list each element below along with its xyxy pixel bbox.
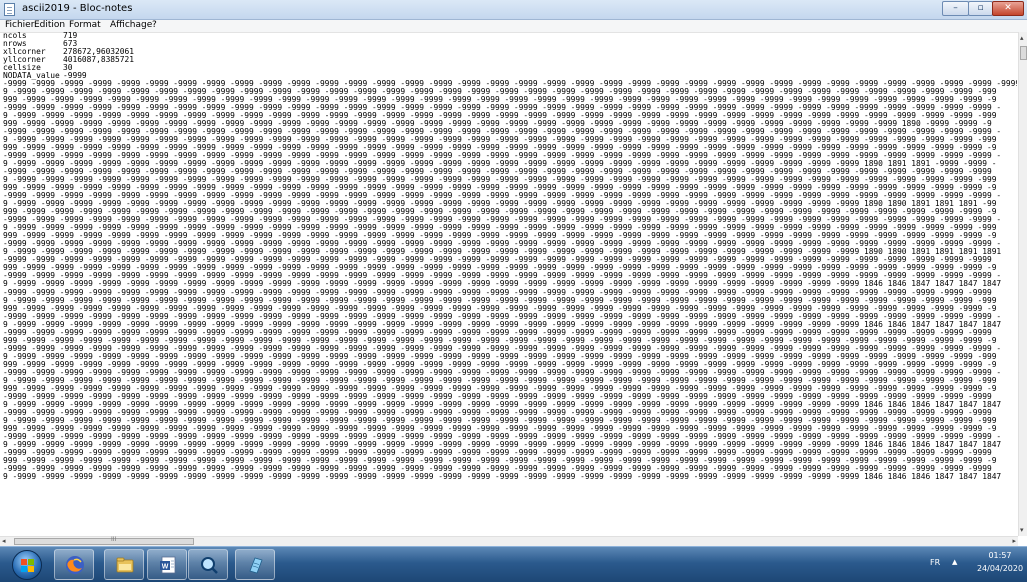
taskbar-search-button[interactable]	[188, 549, 228, 580]
word-icon: W	[160, 556, 176, 574]
header-line: yllcorner 4016087,8385721	[3, 56, 1017, 64]
taskbar-word-button[interactable]: W	[147, 549, 187, 580]
scroll-left-arrow-icon[interactable]: ◂	[2, 537, 6, 545]
scroll-up-arrow-icon[interactable]: ▴	[1020, 34, 1024, 42]
grid-line: 9 -9999 -9999 -9999 -9999 -9999 -9999 -9…	[3, 471, 1002, 481]
title-bar[interactable]: ascii2019 - Bloc-notes – ▫ ✕	[0, 0, 1027, 20]
vertical-scroll-thumb[interactable]	[1020, 46, 1027, 60]
header-line: nrows 673	[3, 39, 1017, 48]
scroll-grip: III	[111, 536, 117, 543]
close-button[interactable]: ✕	[992, 1, 1024, 16]
start-button[interactable]	[12, 550, 42, 580]
menu-fichier[interactable]: Fichier	[5, 20, 34, 30]
header-line: xllcorner 278672,96032061	[3, 48, 1017, 56]
folder-icon	[116, 557, 134, 573]
windows-logo-icon	[21, 559, 34, 572]
magnifier-icon	[201, 557, 218, 574]
show-hidden-icons-icon[interactable]: ▲	[952, 558, 957, 566]
notepad-app-icon[interactable]	[4, 3, 15, 16]
scroll-right-arrow-icon[interactable]: ▸	[1012, 537, 1016, 545]
horizontal-scroll-thumb[interactable]: III	[14, 536, 194, 545]
horizontal-scrollbar[interactable]: ◂ III ▸	[0, 536, 1018, 546]
menu-help[interactable]: ?	[152, 20, 157, 30]
taskbar-firefox-button[interactable]	[54, 549, 94, 580]
firefox-icon	[66, 556, 84, 574]
vertical-scrollbar[interactable]: ▴ ▾	[1018, 32, 1027, 536]
header-line: cellsize 30	[3, 64, 1017, 72]
header-line: ncols 719	[3, 32, 1017, 40]
minimize-button[interactable]: –	[942, 1, 969, 16]
language-indicator[interactable]: FR	[930, 558, 940, 567]
maximize-button[interactable]: ▫	[968, 1, 993, 16]
menu-edition[interactable]: Edition	[34, 20, 65, 30]
svg-text:W: W	[162, 564, 169, 571]
menu-format[interactable]: Format	[69, 20, 101, 30]
window-title: ascii2019 - Bloc-notes	[22, 3, 133, 14]
taskbar: W FR ▲ 01:57 24/04/2020	[0, 546, 1027, 582]
text-editor[interactable]: ncols 719 nrows 673 xllcorner 278672,96032061…	[3, 32, 1017, 536]
clock-time[interactable]: 01:57	[976, 551, 1024, 560]
editor-content[interactable]: ncols 719 nrows 673 xllcorner 278672,96032061…	[3, 32, 1017, 481]
taskbar-notepad-button[interactable]	[235, 549, 275, 580]
menu-affichage[interactable]: Affichage	[110, 20, 152, 30]
scroll-down-arrow-icon[interactable]: ▾	[1020, 526, 1024, 534]
header-value: 4016087,8385721	[63, 55, 134, 65]
notepad-icon	[249, 557, 263, 574]
taskbar-explorer-button[interactable]	[104, 549, 144, 580]
clock-date[interactable]: 24/04/2020	[976, 564, 1024, 573]
